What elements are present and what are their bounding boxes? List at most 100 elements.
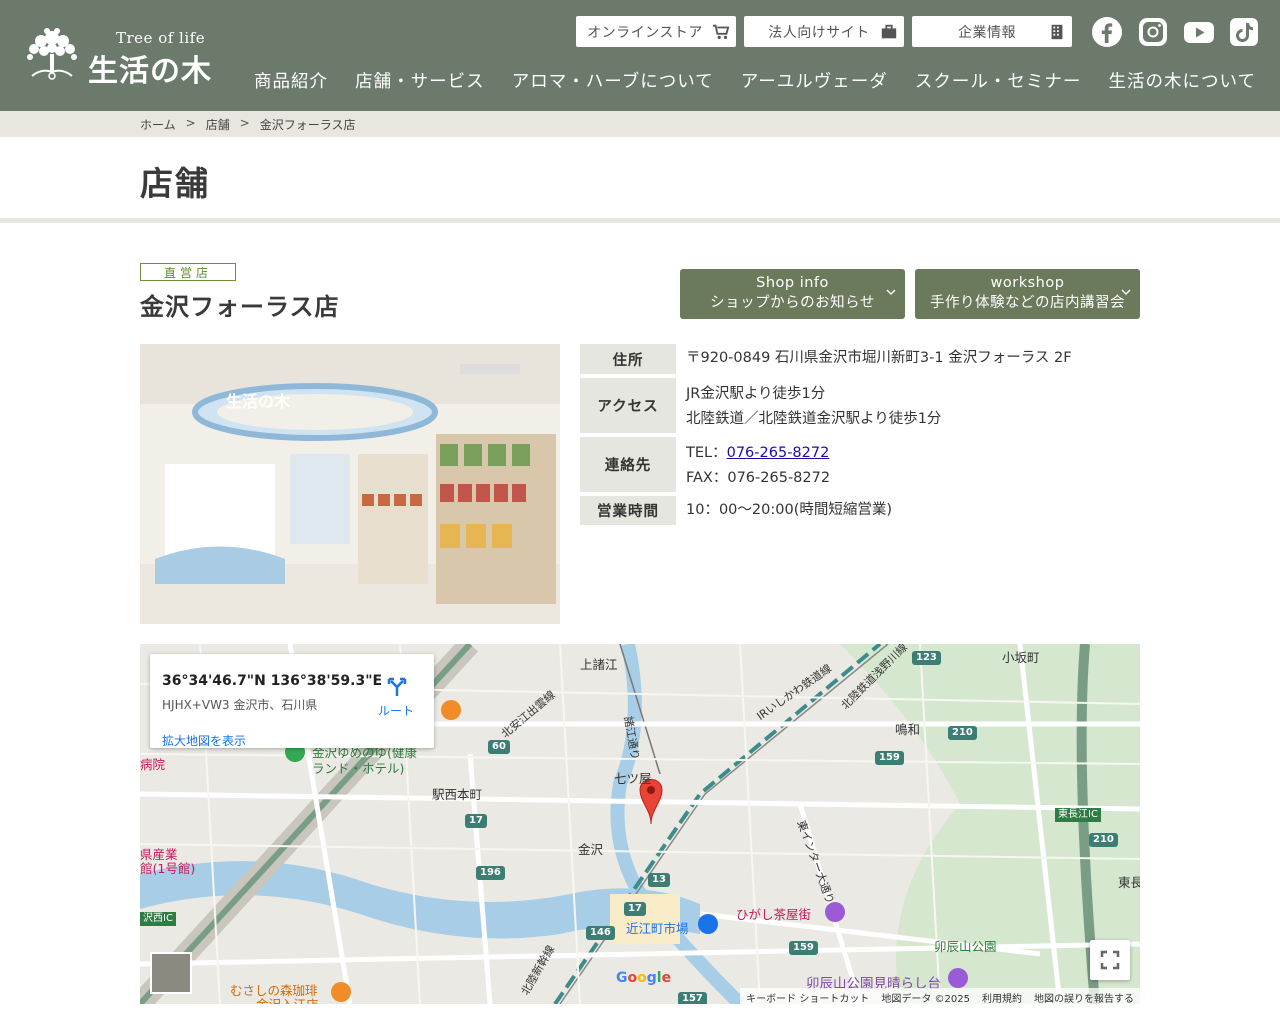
company-info-button[interactable]: 企業情報 — [912, 16, 1072, 47]
google-logo: Google — [616, 970, 672, 986]
map-label-kamiseki: 上諸江 — [580, 657, 618, 672]
tiktok-icon[interactable] — [1228, 16, 1260, 48]
map-label-kosaka: 小坂町 — [1002, 650, 1040, 665]
store-photo: 生活の木 — [140, 344, 560, 624]
route-shield: 17 — [465, 814, 487, 828]
access-value: JR金沢駅より徒歩1分 北陸鉄道／北陸鉄道金沢駅より徒歩1分 — [676, 378, 1140, 433]
access-line: JR金沢駅より徒歩1分 — [686, 386, 826, 402]
route-shield: 159 — [875, 751, 904, 765]
company-info-label: 企業情報 — [958, 24, 1016, 41]
directions-icon[interactable] — [386, 676, 408, 698]
hours-label: 営業時間 — [580, 496, 676, 525]
logo-english: Tree of life — [116, 29, 206, 47]
terms-link[interactable]: 利用規約 — [982, 990, 1022, 1004]
chevron-down-icon — [1121, 289, 1131, 296]
fax-line: FAX：076-265-8272 — [686, 470, 831, 486]
shop-info-subtitle: ショップからのお知らせ — [710, 295, 875, 311]
map-label-naruwa: 鳴和 — [895, 722, 921, 737]
map-coordinates: 36°34'46.7"N 136°38'59.3"E — [162, 673, 383, 689]
map-footer: キーボード ショートカット 地図データ ©2025 利用規約 地図の誤りを報告す… — [740, 988, 1140, 1004]
shop-info-title: Shop info — [756, 275, 829, 291]
access-row: アクセス JR金沢駅より徒歩1分 北陸鉄道／北陸鉄道金沢駅より徒歩1分 — [580, 378, 1140, 433]
nav-about[interactable]: 生活の木について — [1109, 68, 1256, 93]
store-photo-illustration: 生活の木 — [140, 344, 560, 624]
instagram-icon[interactable] — [1137, 16, 1169, 48]
workshop-button[interactable]: workshop 手作り体験などの店内講習会 — [915, 269, 1140, 319]
workshop-subtitle: 手作り体験などの店内講習会 — [930, 295, 1125, 311]
nav-ayurveda[interactable]: アーユルヴェーダ — [741, 68, 888, 93]
breadcrumb-home[interactable]: ホーム — [140, 116, 176, 133]
map-label-nishi-ic: 沢西IC — [140, 912, 176, 926]
breadcrumb-separator: > — [239, 116, 250, 130]
store-name: 金沢フォーラス店 — [140, 293, 340, 321]
tel-prefix: TEL： — [686, 445, 727, 461]
route-shield: 13 — [648, 873, 670, 887]
hours-row: 営業時間 10：00～20:00(時間短縮営業) — [580, 496, 1140, 525]
logo-japanese: 生活の木 — [88, 54, 212, 89]
route-shield: 159 — [789, 941, 818, 955]
contact-label: 連絡先 — [580, 437, 676, 492]
tree-logo-icon — [27, 28, 77, 80]
breadcrumb-separator: > — [185, 116, 196, 130]
store-info-table: 住所 〒920-0849 石川県金沢市堀川新町3-1 金沢フォーラス 2F アク… — [580, 344, 1140, 529]
tel-link[interactable]: 076-265-8272 — [727, 445, 830, 461]
online-store-label: オンラインストア — [587, 24, 703, 41]
report-error-link[interactable]: 地図の誤りを報告する — [1034, 990, 1134, 1004]
breadcrumb-stores[interactable]: 店舗 — [206, 116, 230, 133]
fullscreen-button[interactable] — [1090, 940, 1130, 980]
access-label: アクセス — [580, 378, 676, 433]
nav-products[interactable]: 商品紹介 — [254, 68, 328, 93]
store-type-badge: 直営店 — [140, 263, 236, 281]
breadcrumb: ホーム > 店舗 > 金沢フォーラス店 — [140, 116, 356, 133]
chevron-down-icon — [886, 289, 896, 296]
nav-aroma-herb[interactable]: アロマ・ハーブについて — [512, 68, 714, 93]
map-label-higashi-r: 東長 — [1118, 875, 1140, 890]
corporate-site-label: 法人向けサイト — [768, 24, 870, 41]
nav-stores[interactable]: 店舗・サービス — [355, 68, 485, 93]
shop-info-button[interactable]: Shop info ショップからのお知らせ — [680, 269, 905, 319]
hours-value: 10：00～20:00(時間短縮営業) — [686, 502, 893, 518]
directions-link[interactable]: ルート — [378, 702, 414, 719]
address-row: 住所 〒920-0849 石川県金沢市堀川新町3-1 金沢フォーラス 2F — [580, 344, 1140, 374]
map-data-credit: 地図データ ©2025 — [881, 994, 970, 1004]
contact-value: TEL：076-265-8272 FAX：076-265-8272 — [676, 437, 1140, 492]
building-icon — [1051, 24, 1063, 40]
map-label-musashi-branch: 金沢入江店 — [256, 994, 319, 1004]
fullscreen-icon — [1100, 950, 1120, 970]
google-map[interactable]: 上諸江 小坂町 鳴和 七ツ屋 駅西本町 金沢 ひがし茶屋街 近江町市場 卯辰山公… — [140, 644, 1140, 1004]
map-label-hotel-2: ランド・ホテル) — [312, 761, 405, 776]
route-shield: 123 — [912, 651, 941, 665]
map-plus-code: HJHX+VW3 金沢市、石川県 — [162, 698, 318, 712]
breadcrumb-bar: ホーム > 店舗 > 金沢フォーラス店 — [0, 111, 1280, 137]
address-label: 住所 — [580, 344, 676, 374]
map-label-higashi-chaya: ひがし茶屋街 — [736, 907, 812, 922]
route-shield: 210 — [1089, 833, 1118, 847]
enlarge-map-link[interactable]: 拡大地図を表示 — [162, 732, 246, 749]
nav-school[interactable]: スクール・セミナー — [915, 68, 1082, 93]
map-info-card: 36°34'46.7"N 136°38'59.3"E HJHX+VW3 金沢市、… — [150, 654, 434, 748]
map-label-higashi-ic: 東長江IC — [1055, 808, 1101, 822]
youtube-icon[interactable] — [1183, 16, 1215, 48]
map-label-shichikuya: 七ツ屋 — [614, 771, 652, 786]
address-value: 〒920-0849 石川県金沢市堀川新町3-1 金沢フォーラス 2F — [686, 350, 1072, 366]
site-header: Tree of life 生活の木 オンラインストア 法人向けサイト 企業情報 … — [0, 0, 1280, 111]
page-title: 店舗 — [140, 164, 210, 203]
satellite-toggle[interactable] — [150, 952, 192, 994]
briefcase-icon — [881, 24, 897, 39]
map-label-utatsuyama: 卯辰山公園 — [934, 939, 997, 954]
online-store-button[interactable]: オンラインストア — [576, 16, 736, 47]
map-label-hospital: 病院 — [140, 757, 166, 772]
route-shield: 146 — [586, 926, 615, 940]
breadcrumb-current: 金沢フォーラス店 — [259, 118, 356, 132]
keyboard-shortcuts-link[interactable]: キーボード ショートカット — [746, 990, 869, 1004]
main-nav: 商品紹介 店舗・サービス アロマ・ハーブについて アーユルヴェーダ スクール・セ… — [254, 68, 1256, 93]
route-shield: 60 — [488, 740, 510, 754]
site-logo[interactable]: Tree of life 生活の木 — [22, 24, 227, 89]
route-shield: 157 — [678, 992, 707, 1004]
map-label-omicho: 近江町市場 — [626, 921, 689, 936]
corporate-site-button[interactable]: 法人向けサイト — [744, 16, 904, 47]
map-label-kanazawa-station: 金沢 — [578, 842, 604, 857]
facebook-icon[interactable] — [1091, 16, 1123, 48]
route-shield: 17 — [624, 902, 646, 916]
map-label-sangyo-2: 館(1号館) — [140, 861, 196, 876]
